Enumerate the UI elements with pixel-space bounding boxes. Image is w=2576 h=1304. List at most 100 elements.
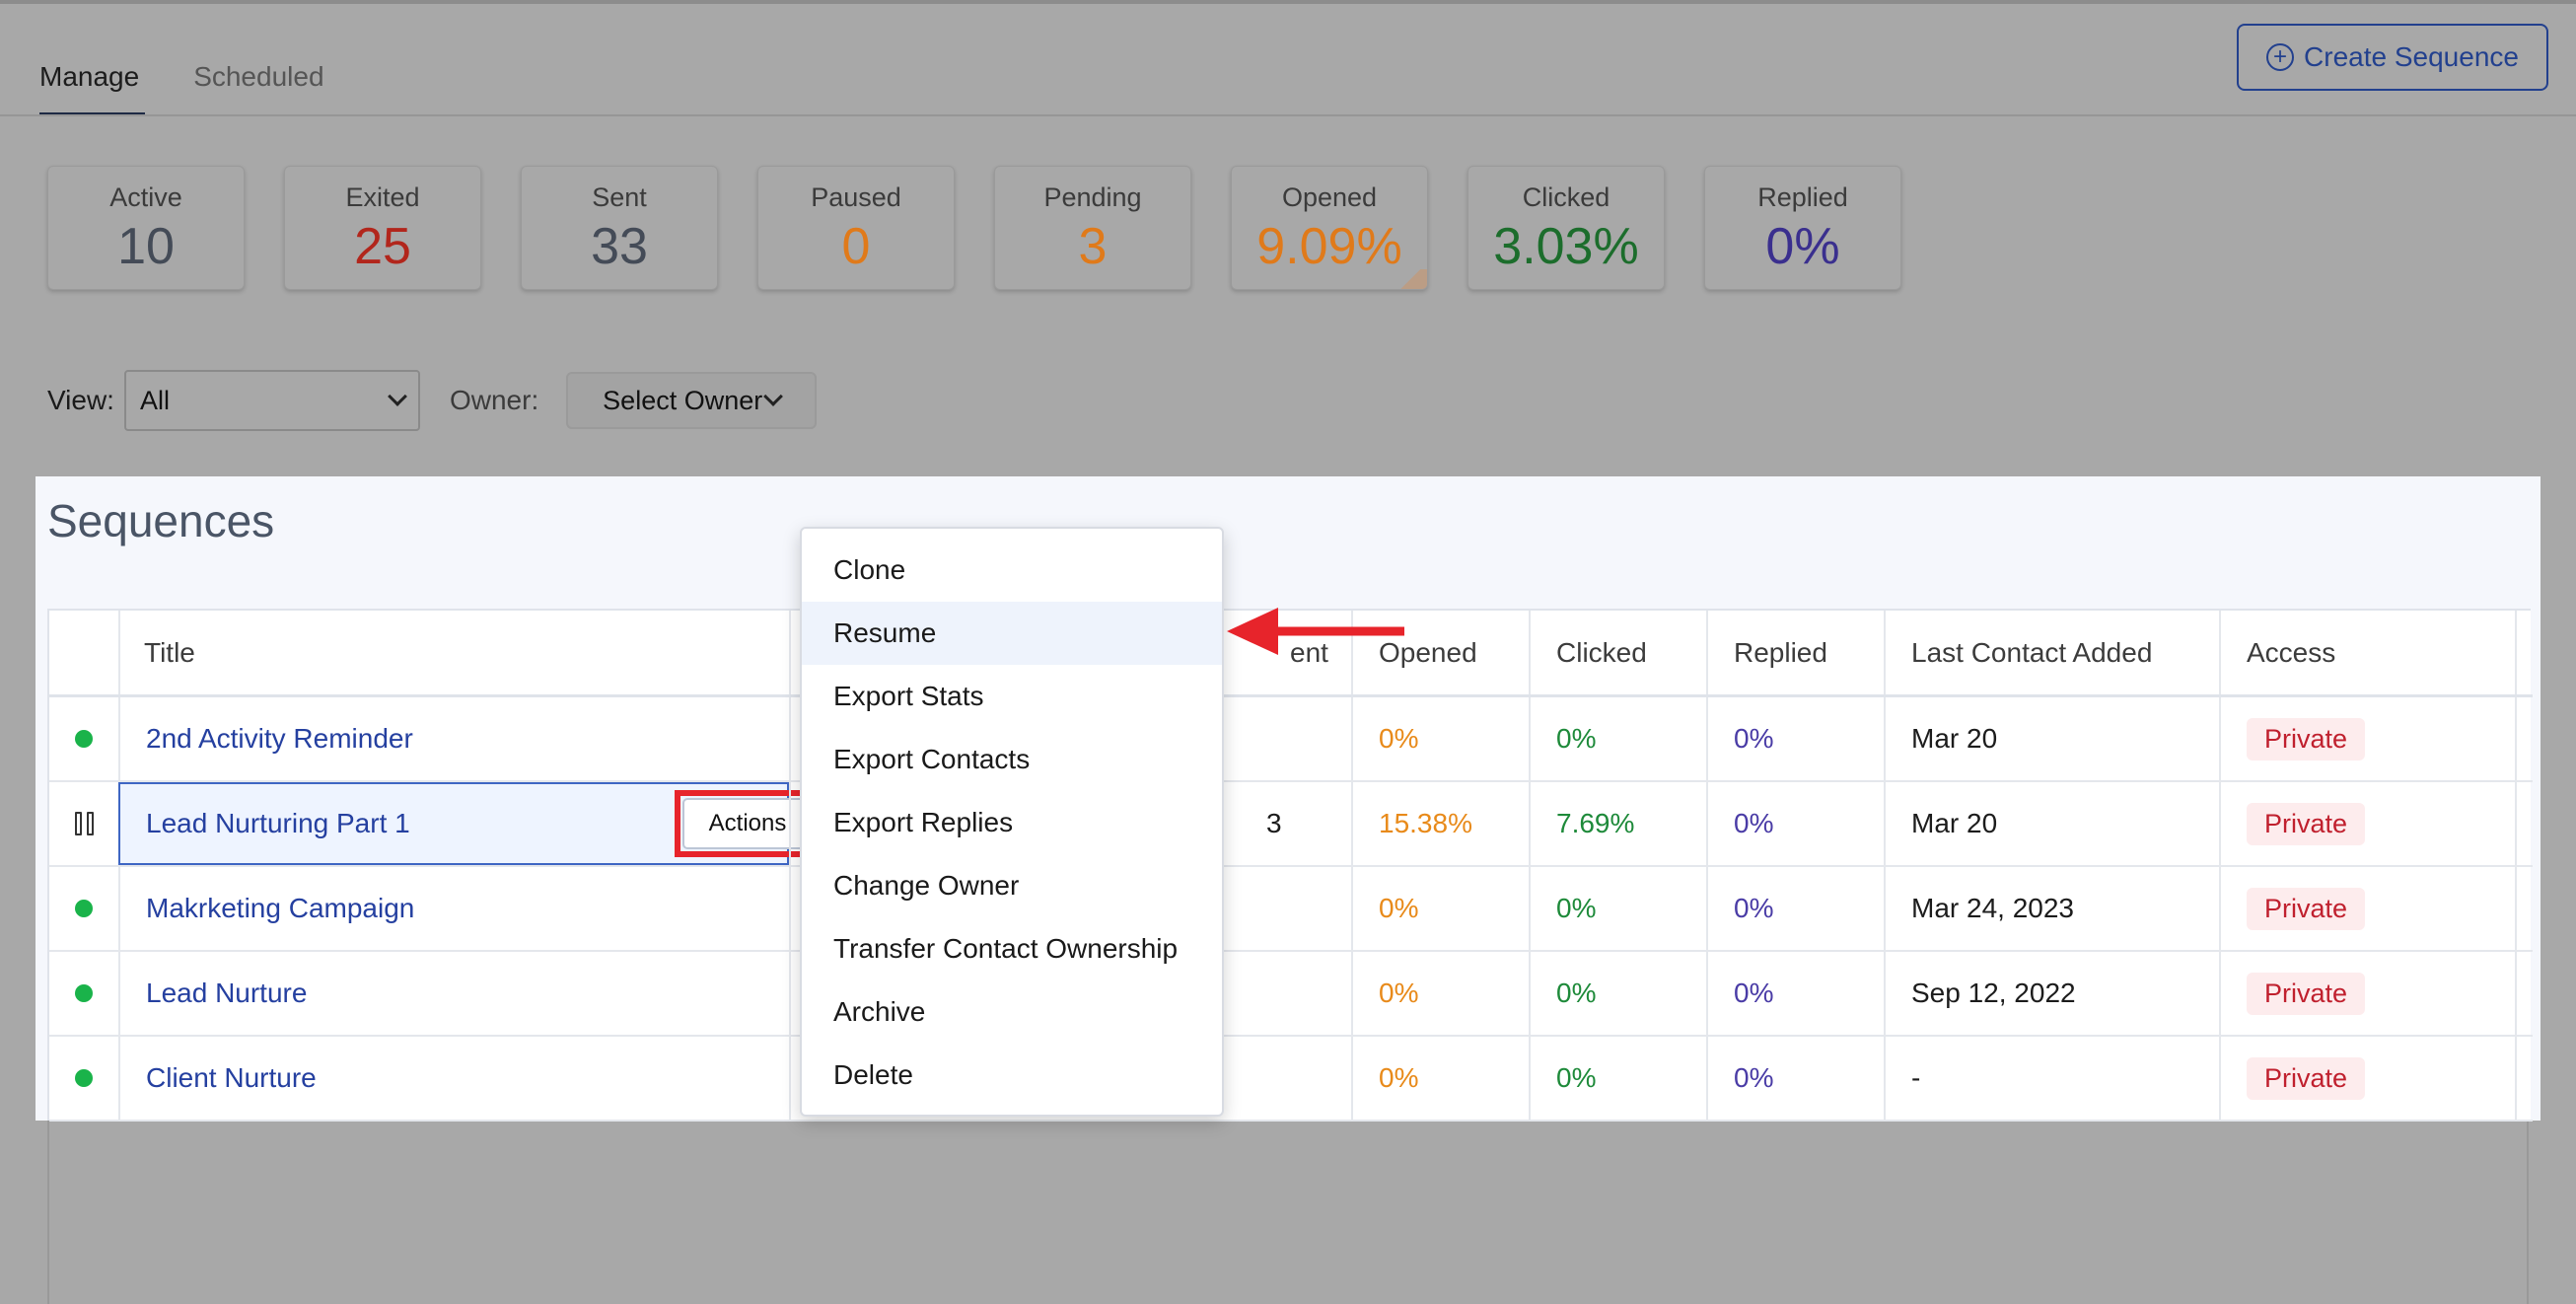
access-cell: Private — [2219, 1037, 2515, 1120]
access-badge: Private — [2247, 1056, 2366, 1100]
clicked-cell: 0% — [1529, 952, 1706, 1035]
plus-circle-icon: + — [2266, 43, 2295, 71]
clicked-cell: 0% — [1529, 867, 1706, 950]
row-end — [2515, 697, 2533, 780]
stat-label: Clicked — [1522, 182, 1610, 212]
menu-item-resume[interactable]: Resume — [802, 602, 1222, 665]
last-contact-cell: Sep 12, 2022 — [1884, 952, 2219, 1035]
access-badge: Private — [2247, 972, 2366, 1015]
replied-cell: 0% — [1706, 952, 1884, 1035]
sequences-panel: Sequences Title ent Opened Clicked Repli… — [36, 476, 2540, 1122]
sequence-title-link[interactable]: Lead Nurturing Part 1 — [146, 808, 410, 839]
menu-item-clone[interactable]: Clone — [802, 539, 1222, 602]
stat-card-exited[interactable]: Exited 25 — [284, 166, 481, 290]
replied-cell: 0% — [1706, 697, 1884, 780]
stat-label: Sent — [592, 182, 647, 212]
title-cell: 2nd Activity Reminder — [118, 697, 789, 780]
stat-card-replied[interactable]: Replied 0% — [1704, 166, 1901, 290]
stat-card-sent[interactable]: Sent 33 — [521, 166, 718, 290]
replied-cell: 0% — [1706, 867, 1884, 950]
actions-dropdown-menu: Clone Resume Export Stats Export Contact… — [800, 527, 1224, 1117]
table-row[interactable]: 2nd Activity Reminder 0% 0% 0% Mar 20 Pr… — [49, 697, 2533, 782]
last-contact-cell: Mar 24, 2023 — [1884, 867, 2219, 950]
view-label: View: — [47, 385, 114, 415]
opened-cell: 15.38% — [1351, 782, 1529, 865]
sequence-title-link[interactable]: Makrketing Campaign — [146, 893, 414, 924]
menu-item-change-owner[interactable]: Change Owner — [802, 854, 1222, 917]
access-badge: Private — [2247, 802, 2366, 845]
tab-scheduled[interactable]: Scheduled — [193, 0, 323, 116]
stat-value: 9.09% — [1256, 218, 1402, 275]
last-contact-cell: Mar 20 — [1884, 697, 2219, 780]
menu-item-delete[interactable]: Delete — [802, 1044, 1222, 1107]
stat-label: Pending — [1043, 182, 1142, 212]
stat-value: 33 — [591, 218, 648, 275]
clicked-cell: 7.69% — [1529, 782, 1706, 865]
row-end — [2515, 867, 2533, 950]
owner-label: Owner: — [449, 385, 539, 415]
menu-item-transfer-contact-ownership[interactable]: Transfer Contact Ownership — [802, 917, 1222, 980]
create-sequence-button[interactable]: + Create Sequence — [2237, 24, 2548, 91]
stat-value: 3 — [1078, 218, 1108, 275]
title-cell: Makrketing Campaign — [118, 867, 789, 950]
tab-manage[interactable]: Manage — [39, 0, 146, 116]
replied-cell: 0% — [1706, 782, 1884, 865]
table-row[interactable]: Client Nurture 0% 0% 0% - Private — [49, 1037, 2533, 1122]
pause-icon — [74, 812, 94, 835]
menu-item-export-replies[interactable]: Export Replies — [802, 791, 1222, 854]
sent-value: 3 — [1266, 808, 1282, 838]
status-cell — [49, 1037, 118, 1120]
owner-select[interactable]: Select Owner — [566, 372, 818, 429]
active-status-dot — [75, 984, 93, 1002]
header-replied[interactable]: Replied — [1706, 611, 1884, 694]
create-sequence-label: Create Sequence — [2304, 41, 2519, 72]
header-clicked[interactable]: Clicked — [1529, 611, 1706, 694]
stat-value: 25 — [354, 218, 411, 275]
table-row[interactable]: Lead Nurturing Part 1 Actions 3 15.38% 7… — [49, 782, 2533, 867]
access-cell: Private — [2219, 782, 2515, 865]
stat-card-active[interactable]: Active 10 — [47, 166, 245, 290]
access-cell: Private — [2219, 952, 2515, 1035]
active-status-dot — [75, 900, 93, 917]
last-contact-cell: - — [1884, 1037, 2219, 1120]
opened-cell: 0% — [1351, 867, 1529, 950]
header-access[interactable]: Access — [2219, 611, 2515, 694]
stat-card-clicked[interactable]: Clicked 3.03% — [1467, 166, 1665, 290]
status-cell — [49, 952, 118, 1035]
row-end — [2515, 782, 2533, 865]
header-status — [49, 611, 118, 694]
chevron-down-icon — [763, 387, 784, 406]
stat-card-paused[interactable]: Paused 0 — [757, 166, 955, 290]
stats-bar: Active 10 Exited 25 Sent 33 Paused 0 Pen… — [47, 166, 1901, 290]
sequence-title-link[interactable]: 2nd Activity Reminder — [146, 723, 413, 755]
view-select[interactable]: All — [123, 370, 420, 431]
stat-value: 10 — [117, 218, 175, 275]
tab-divider — [0, 114, 2576, 116]
menu-item-archive[interactable]: Archive — [802, 980, 1222, 1044]
stat-card-opened[interactable]: Opened 9.09% — [1231, 166, 1428, 290]
active-status-dot — [75, 730, 93, 748]
stat-label: Opened — [1281, 182, 1378, 212]
status-cell — [49, 697, 118, 780]
status-cell — [49, 867, 118, 950]
view-select-value: All — [139, 385, 170, 415]
opened-cell: 0% — [1351, 1037, 1529, 1120]
sequence-title-link[interactable]: Client Nurture — [146, 1062, 317, 1094]
access-cell: Private — [2219, 697, 2515, 780]
sequence-title-link[interactable]: Lead Nurture — [146, 978, 307, 1009]
stat-card-pending[interactable]: Pending 3 — [994, 166, 1191, 290]
replied-cell: 0% — [1706, 1037, 1884, 1120]
header-last-contact[interactable]: Last Contact Added — [1884, 611, 2219, 694]
table-row[interactable]: Makrketing Campaign 0% 0% 0% Mar 24, 202… — [49, 867, 2533, 952]
table-row[interactable]: Lead Nurture 0% 0% 0% Sep 12, 2022 Priva… — [49, 952, 2533, 1037]
menu-item-export-stats[interactable]: Export Stats — [802, 665, 1222, 728]
access-badge: Private — [2247, 717, 2366, 761]
menu-item-export-contacts[interactable]: Export Contacts — [802, 728, 1222, 791]
header-title[interactable]: Title — [118, 611, 789, 694]
opened-cell: 0% — [1351, 952, 1529, 1035]
clicked-cell: 0% — [1529, 697, 1706, 780]
stat-label: Active — [109, 182, 182, 212]
sequences-table: Title ent Opened Clicked Replied Last Co… — [47, 609, 2533, 1122]
clicked-cell: 0% — [1529, 1037, 1706, 1120]
filter-bar: View: All Owner: Select Owner — [47, 370, 818, 431]
